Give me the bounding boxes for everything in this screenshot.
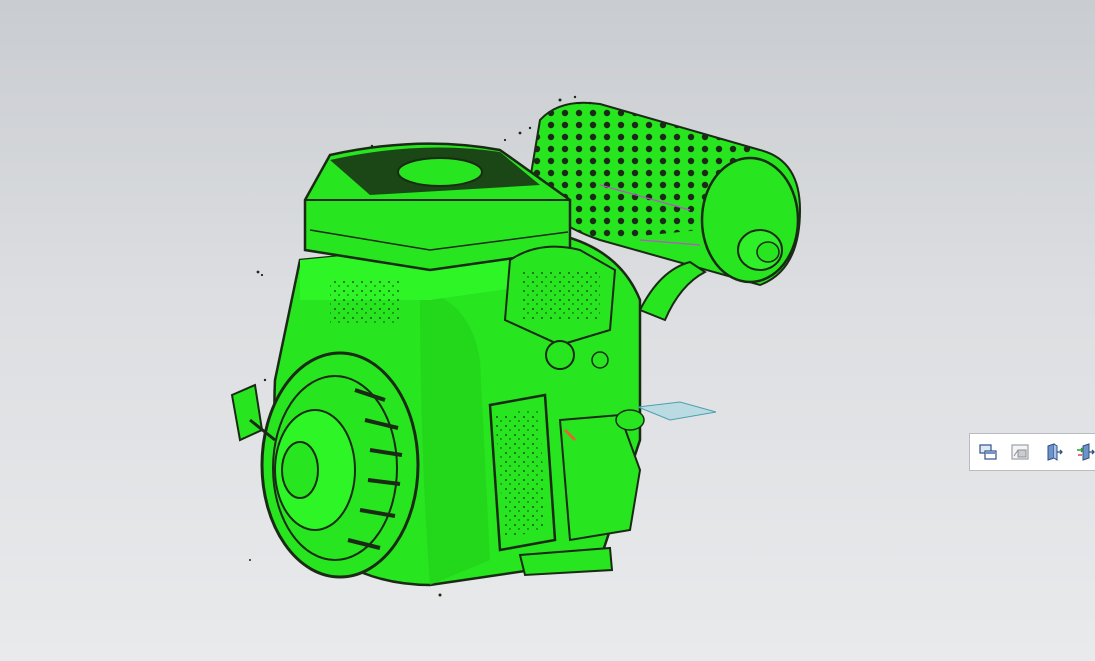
exhaust-pipe (638, 260, 707, 322)
render-style-icon (1011, 444, 1029, 460)
fit-view-icon (979, 444, 997, 460)
orient-view-button[interactable] (1073, 439, 1095, 465)
section-view-button[interactable] (1040, 439, 1066, 465)
render-style-button[interactable] (1008, 439, 1034, 465)
orient-view-icon (1077, 443, 1095, 461)
fit-view-button[interactable] (975, 439, 1001, 465)
engine-model[interactable] (0, 0, 1095, 661)
view-mini-toolbar (969, 433, 1095, 471)
recoil-starter (230, 351, 420, 579)
selection-plane[interactable] (637, 401, 717, 421)
graphics-viewport[interactable] (0, 0, 1095, 661)
section-view-icon (1047, 443, 1063, 461)
